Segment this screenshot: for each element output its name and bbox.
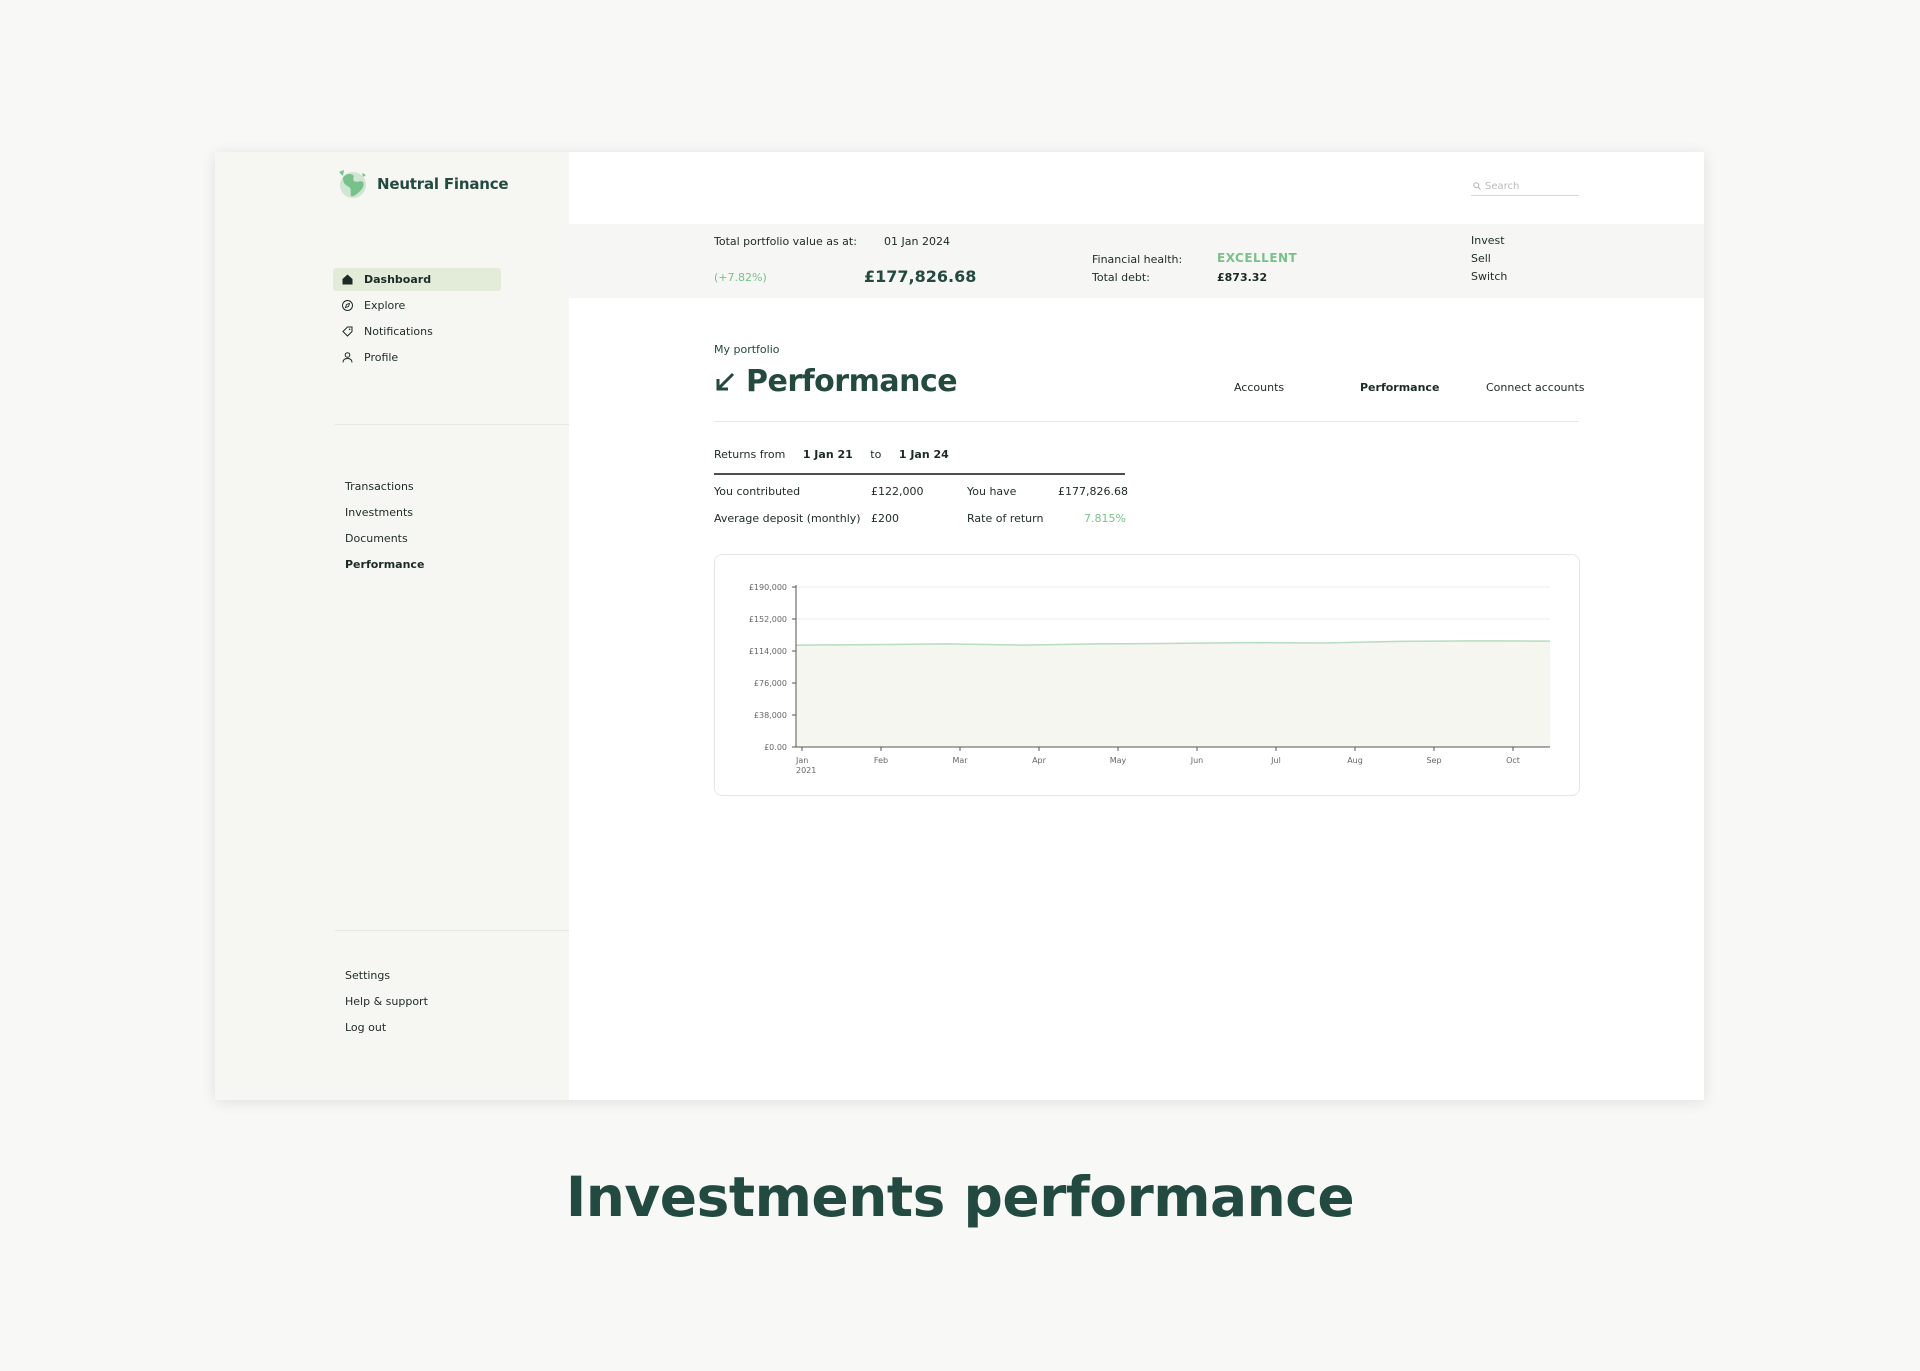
sidebar-divider [335, 930, 569, 931]
footer-links: Settings Help & support Log out [345, 968, 428, 1046]
y-tick-label: £114,000 [749, 647, 787, 656]
have-label: You have [967, 485, 1017, 498]
sidebar: Neutral Finance Dashboard Explore Notifi… [215, 152, 569, 1100]
x-tick-label: Apr [1032, 756, 1047, 765]
user-icon [341, 351, 354, 364]
sidebar-item-help[interactable]: Help & support [345, 994, 428, 1020]
deposit-value: £200 [871, 512, 899, 525]
primary-nav: Dashboard Explore Notifications Profile [333, 268, 501, 372]
contributed-value: £122,000 [871, 485, 924, 498]
health-label: Financial health: [1092, 253, 1183, 266]
have-value: £177,826.68 [1058, 485, 1128, 498]
sidebar-item-documents[interactable]: Documents [345, 531, 424, 557]
sidebar-item-transactions[interactable]: Transactions [345, 479, 424, 505]
x-tick-label: Jun [1190, 756, 1204, 765]
y-tick-label: £0.00 [764, 743, 787, 752]
performance-chart-card: £0.00 £38,000 £76,000 £114,000 £152,000 £190,… [714, 554, 1580, 796]
x-tick-label: Jan [795, 756, 808, 765]
search-bar[interactable] [1471, 177, 1579, 196]
nav-item-label: Profile [364, 351, 399, 364]
returns-range: Returns from 1 Jan 21 to 1 Jan 24 [714, 448, 949, 461]
y-tick-label: £76,000 [754, 679, 787, 688]
debt-label: Total debt: [1092, 271, 1150, 284]
x-tick-label: Sep [1426, 756, 1441, 765]
returns-from-date[interactable]: 1 Jan 21 [803, 448, 853, 461]
caption: Investments performance [565, 1165, 1355, 1229]
rate-label: Rate of return [967, 512, 1044, 525]
title-divider [714, 421, 1579, 422]
nav-item-label: Explore [364, 299, 406, 312]
debt-value: £873.32 [1217, 271, 1268, 284]
portfolio-change: (+7.82%) [714, 271, 767, 284]
y-tick-label: £152,000 [749, 615, 787, 624]
returns-divider [714, 473, 1125, 475]
compass-icon [341, 299, 354, 312]
invest-link[interactable]: Invest [1471, 234, 1505, 247]
health-value: EXCELLENT [1217, 251, 1298, 265]
nav-item-dashboard[interactable]: Dashboard [333, 268, 501, 291]
rate-value: 7.815% [1084, 512, 1126, 525]
deposit-label: Average deposit (monthly) [714, 512, 861, 525]
nav-item-explore[interactable]: Explore [333, 294, 501, 317]
area-fill [796, 640, 1550, 747]
portfolio-value-label: Total portfolio value as at: [714, 235, 857, 248]
page-title: Performance [714, 364, 958, 399]
globe-logo-icon [339, 170, 366, 198]
x-tick-label: Mar [952, 756, 968, 765]
portfolio-links: Transactions Investments Documents Perfo… [345, 479, 424, 583]
nav-item-label: Dashboard [364, 273, 432, 286]
search-input[interactable] [1485, 180, 1575, 192]
sell-link[interactable]: Sell [1471, 252, 1491, 265]
x-tick-label: May [1110, 756, 1127, 765]
sidebar-divider [335, 424, 569, 425]
portfolio-summary-bar: Total portfolio value as at: 01 Jan 2024… [569, 224, 1704, 298]
x-tick-label: Oct [1506, 756, 1520, 765]
switch-link[interactable]: Switch [1471, 270, 1507, 283]
x-tick-label: Feb [874, 756, 888, 765]
y-tick-label: £190,000 [749, 583, 787, 592]
tab-accounts[interactable]: Accounts [1234, 381, 1284, 394]
returns-from-label: Returns from [714, 448, 786, 461]
nav-item-profile[interactable]: Profile [333, 346, 501, 369]
page-title-text: Performance [746, 364, 958, 399]
search-icon [1473, 182, 1481, 190]
performance-chart: £0.00 £38,000 £76,000 £114,000 £152,000 £190,… [749, 583, 1551, 775]
breadcrumb[interactable]: My portfolio [714, 343, 780, 356]
sidebar-item-performance[interactable]: Performance [345, 557, 424, 583]
home-icon [341, 273, 354, 286]
main-content: Total portfolio value as at: 01 Jan 2024… [569, 152, 1704, 1100]
brand-name: Neutral Finance [377, 175, 509, 193]
returns-to-date[interactable]: 1 Jan 24 [899, 448, 949, 461]
x-tick-label: 2021 [796, 766, 816, 775]
sidebar-item-settings[interactable]: Settings [345, 968, 428, 994]
y-tick-label: £38,000 [754, 711, 787, 720]
tab-connect-accounts[interactable]: Connect accounts [1486, 381, 1585, 394]
app-window: Neutral Finance Dashboard Explore Notifi… [215, 152, 1704, 1100]
arrow-down-left-icon [716, 372, 735, 390]
x-tick-label: Aug [1347, 756, 1363, 765]
tag-icon [341, 325, 354, 338]
nav-item-label: Notifications [364, 325, 433, 338]
sidebar-item-logout[interactable]: Log out [345, 1020, 428, 1046]
returns-to-label: to [870, 448, 882, 461]
sidebar-item-investments[interactable]: Investments [345, 505, 424, 531]
x-tick-label: Jul [1270, 756, 1281, 765]
logo[interactable]: Neutral Finance [335, 168, 509, 200]
portfolio-value: £177,826.68 [864, 267, 977, 286]
tab-performance[interactable]: Performance [1360, 381, 1439, 394]
contributed-label: You contributed [714, 485, 801, 498]
portfolio-value-date: 01 Jan 2024 [884, 235, 950, 248]
nav-item-notifications[interactable]: Notifications [333, 320, 501, 343]
